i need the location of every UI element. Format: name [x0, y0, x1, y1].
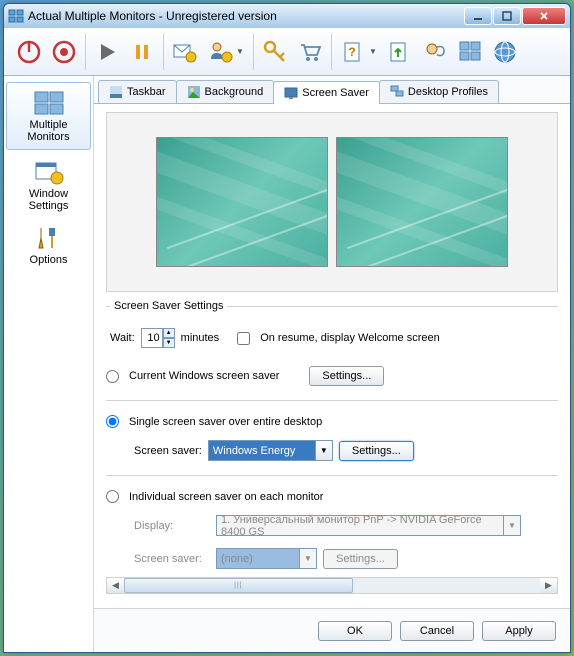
- mode-single-row: Single screen saver over entire desktop: [106, 415, 558, 428]
- close-button[interactable]: [522, 7, 566, 25]
- app-window: Actual Multiple Monitors - Unregistered …: [3, 3, 571, 653]
- single-saver-row: Screen saver: Windows Energy ▼ Settings.…: [106, 440, 558, 461]
- tab-desktop-profiles[interactable]: Desktop Profiles: [379, 80, 499, 103]
- scroll-track[interactable]: [124, 578, 540, 593]
- onresume-checkbox[interactable]: [237, 332, 250, 345]
- profiles-icon: [390, 85, 404, 99]
- users-gear-icon[interactable]: ▼: [203, 32, 249, 72]
- play-icon[interactable]: [90, 32, 124, 72]
- display-row: Display: 1. Универсальный монитор PnP ->…: [106, 515, 558, 536]
- tab-label: Taskbar: [127, 86, 166, 98]
- scroll-thumb[interactable]: [124, 578, 353, 593]
- tab-taskbar[interactable]: Taskbar: [98, 80, 177, 103]
- ok-button[interactable]: OK: [318, 621, 392, 641]
- display-value: 1. Универсальный монитор PnP -> NVIDIA G…: [216, 515, 504, 536]
- individual-saver-value: (none): [216, 548, 300, 569]
- svg-text:?: ?: [348, 45, 355, 59]
- sidebar: Multiple Monitors Window Settings Option…: [4, 76, 94, 652]
- sidebar-label: Window Settings: [8, 188, 89, 212]
- horizontal-scrollbar[interactable]: ◀ ▶: [106, 577, 558, 594]
- settings-button-current[interactable]: Settings...: [309, 366, 384, 386]
- window-title: Actual Multiple Monitors - Unregistered …: [28, 9, 464, 23]
- sidebar-label: Options: [30, 254, 68, 266]
- display-dropdown-icon: ▼: [504, 515, 521, 536]
- wait-input[interactable]: [141, 328, 163, 348]
- tools-icon: [33, 224, 65, 252]
- pause-icon[interactable]: [125, 32, 159, 72]
- display-combo: 1. Универсальный монитор PnP -> NVIDIA G…: [216, 515, 521, 536]
- settings-button-single[interactable]: Settings...: [339, 441, 414, 461]
- toolbar: ▼ ?▼: [4, 28, 570, 76]
- settings-legend: Screen Saver Settings: [110, 300, 227, 312]
- screensaver-settings-group: Screen Saver Settings Wait: ▲▼ minutes O…: [106, 300, 558, 354]
- preview-monitor-1: [156, 137, 328, 267]
- sidebar-item-window-settings[interactable]: Window Settings: [4, 152, 93, 218]
- tab-label: Background: [205, 86, 264, 98]
- mode-current-row: Current Windows screen saver Settings...: [106, 366, 558, 386]
- update-icon[interactable]: [383, 32, 417, 72]
- sidebar-item-multiple-monitors[interactable]: Multiple Monitors: [6, 82, 91, 150]
- saver-label: Screen saver:: [134, 445, 202, 457]
- individual-saver-row: Screen saver: (none) ▼ Settings...: [106, 548, 558, 569]
- power-red-icon[interactable]: [12, 32, 46, 72]
- mode-individual-row: Individual screen saver on each monitor: [106, 490, 558, 503]
- display-label: Display:: [134, 520, 210, 532]
- stop-circle-icon[interactable]: [47, 32, 81, 72]
- help-icon[interactable]: ?▼: [336, 32, 382, 72]
- screensaver-icon: [284, 86, 298, 100]
- maximize-button[interactable]: [493, 7, 521, 25]
- tab-label: Screen Saver: [302, 87, 369, 99]
- saver-combo[interactable]: Windows Energy ▼: [208, 440, 333, 461]
- sidebar-item-options[interactable]: Options: [4, 218, 93, 272]
- dialog-footer: OK Cancel Apply: [94, 608, 570, 652]
- content-area: Multiple Monitors Window Settings Option…: [4, 76, 570, 652]
- mode-single-label: Single screen saver over entire desktop: [129, 416, 322, 428]
- monitors-icon: [33, 89, 65, 117]
- individual-saver-label: Screen saver:: [134, 553, 210, 565]
- wait-row: Wait: ▲▼ minutes On resume, display Welc…: [110, 328, 554, 348]
- wait-label: Wait:: [110, 332, 135, 344]
- preview-monitor-2: [336, 137, 508, 267]
- envelope-gear-icon[interactable]: [168, 32, 202, 72]
- wait-up-button[interactable]: ▲: [163, 328, 175, 338]
- mode-current-radio[interactable]: [106, 370, 119, 383]
- key-icon[interactable]: [258, 32, 292, 72]
- background-icon: [187, 85, 201, 99]
- wait-down-button[interactable]: ▼: [163, 338, 175, 348]
- tab-label: Desktop Profiles: [408, 86, 488, 98]
- scroll-left-icon[interactable]: ◀: [107, 578, 124, 593]
- onresume-label: On resume, display Welcome screen: [260, 332, 440, 344]
- scroll-right-icon[interactable]: ▶: [540, 578, 557, 593]
- sidebar-label: Multiple Monitors: [11, 119, 86, 143]
- saver-dropdown-icon[interactable]: ▼: [316, 440, 333, 461]
- preview-area: [106, 112, 558, 292]
- individual-saver-dropdown-icon: ▼: [300, 548, 317, 569]
- wait-unit-label: minutes: [181, 332, 220, 344]
- minimize-button[interactable]: [464, 7, 492, 25]
- saver-selected[interactable]: Windows Energy: [208, 440, 316, 461]
- window-gear-icon: [33, 158, 65, 186]
- apply-button[interactable]: Apply: [482, 621, 556, 641]
- settings-button-individual: Settings...: [323, 549, 398, 569]
- individual-saver-combo: (none) ▼: [216, 548, 317, 569]
- cart-icon[interactable]: [293, 32, 327, 72]
- titlebar[interactable]: Actual Multiple Monitors - Unregistered …: [4, 4, 570, 28]
- mode-individual-label: Individual screen saver on each monitor: [129, 491, 323, 503]
- tab-bar: Taskbar Background Screen Saver Desktop …: [94, 76, 570, 104]
- mode-current-label: Current Windows screen saver: [129, 370, 279, 382]
- window-controls: [464, 7, 566, 25]
- main-panel: Taskbar Background Screen Saver Desktop …: [94, 76, 570, 652]
- tab-background[interactable]: Background: [176, 80, 275, 103]
- mode-single-radio[interactable]: [106, 415, 119, 428]
- wait-spinner[interactable]: ▲▼: [141, 328, 175, 348]
- tab-screen-saver[interactable]: Screen Saver: [273, 81, 380, 104]
- monitors-grid-icon[interactable]: [453, 32, 487, 72]
- mode-individual-radio[interactable]: [106, 490, 119, 503]
- screensaver-panel: Screen Saver Settings Wait: ▲▼ minutes O…: [94, 104, 570, 608]
- globe-icon[interactable]: [488, 32, 522, 72]
- app-icon: [8, 8, 24, 24]
- taskbar-icon: [109, 85, 123, 99]
- cancel-button[interactable]: Cancel: [400, 621, 474, 641]
- feedback-icon[interactable]: [418, 32, 452, 72]
